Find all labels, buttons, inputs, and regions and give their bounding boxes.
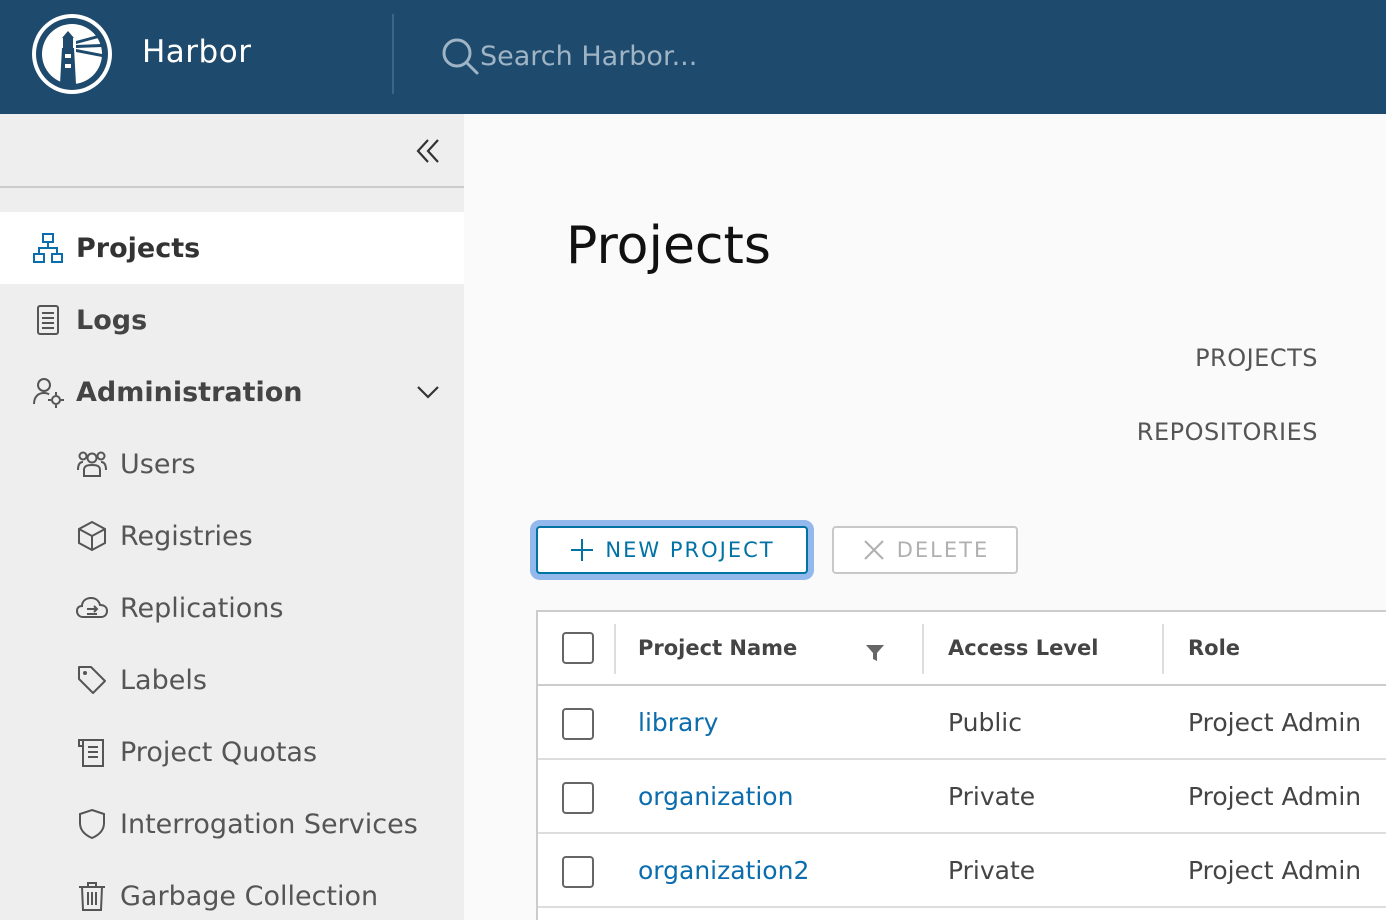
users-icon	[77, 451, 107, 477]
projects-stat-label: PROJECTS	[1195, 344, 1318, 372]
search-input[interactable]	[480, 34, 880, 78]
column-header-access-level[interactable]: Access Level	[948, 636, 1098, 660]
sidebar-item-logs[interactable]: Logs	[0, 284, 464, 356]
labels-icon	[78, 666, 106, 694]
role-cell: Project Admin	[1188, 782, 1362, 811]
sidebar-item-interrogation-services[interactable]: Interrogation Services	[0, 788, 464, 860]
sidebar-item-project-quotas[interactable]: Project Quotas	[0, 716, 464, 788]
row-checkbox[interactable]	[562, 856, 594, 888]
plus-icon	[571, 539, 594, 561]
new-project-button[interactable]: NEW PROJECT	[536, 526, 808, 574]
column-header-project-name[interactable]: Project Name	[638, 636, 797, 660]
column-separator[interactable]	[1162, 624, 1164, 674]
project-name-link[interactable]: organization2	[638, 856, 809, 885]
shield-icon	[79, 808, 105, 840]
project-name-link[interactable]: library	[638, 708, 718, 737]
sidebar-item-label: Projects	[76, 232, 201, 264]
sidebar-item-registries[interactable]: Registries	[0, 500, 464, 572]
brand-title[interactable]: Harbor	[142, 34, 251, 70]
replications-icon	[76, 596, 108, 618]
sidebar-item-label: Logs	[76, 304, 148, 336]
table-row: library Public Project Admin	[538, 686, 1386, 760]
sidebar-item-label: Administration	[76, 376, 303, 408]
sidebar-item-label: Garbage Collection	[120, 880, 379, 912]
select-all-checkbox[interactable]	[562, 632, 594, 664]
column-header-role[interactable]: Role	[1188, 636, 1240, 660]
delete-button[interactable]: DELETE	[832, 526, 1018, 574]
sidebar: Projects Logs Administration Users Regis…	[0, 114, 464, 920]
search-icon[interactable]	[440, 36, 480, 76]
registries-icon	[78, 520, 106, 552]
column-separator	[614, 624, 616, 674]
new-project-label: NEW PROJECT	[605, 538, 775, 562]
chevron-down-icon[interactable]	[414, 378, 442, 406]
sidebar-item-replications[interactable]: Replications	[0, 572, 464, 644]
close-icon	[864, 540, 884, 560]
access-level-cell: Private	[948, 856, 1036, 885]
sidebar-item-label: Users	[120, 448, 196, 480]
row-checkbox[interactable]	[562, 782, 594, 814]
table-header: Project Name Access Level Role	[538, 612, 1386, 686]
double-chevron-left-icon[interactable]	[412, 134, 446, 168]
projects-table: Project Name Access Level Role library P…	[536, 610, 1386, 920]
header-divider	[392, 14, 394, 94]
sidebar-item-projects[interactable]: Projects	[0, 212, 464, 284]
administration-icon	[33, 378, 64, 408]
logs-icon	[37, 305, 59, 335]
sidebar-item-label: Replications	[120, 592, 284, 624]
table-row: organization Private Project Admin	[538, 760, 1386, 834]
access-level-cell: Private	[948, 782, 1036, 811]
project-name-link[interactable]: organization	[638, 782, 793, 811]
sidebar-item-label: Labels	[120, 664, 207, 696]
app-header: Harbor	[0, 0, 1386, 114]
sidebar-item-users[interactable]: Users	[0, 428, 464, 500]
role-cell: Project Admin	[1188, 856, 1362, 885]
filter-icon[interactable]	[864, 642, 886, 664]
sidebar-item-garbage-collection[interactable]: Garbage Collection	[0, 860, 464, 920]
sidebar-item-label: Interrogation Services	[120, 808, 418, 840]
sidebar-item-label: Registries	[120, 520, 253, 552]
delete-label: DELETE	[896, 538, 990, 562]
sidebar-item-administration[interactable]: Administration	[0, 356, 464, 428]
table-row: organization2 Private Project Admin	[538, 834, 1386, 908]
project-quotas-icon	[78, 739, 104, 767]
sidebar-item-label: Project Quotas	[120, 736, 318, 768]
column-separator[interactable]	[922, 624, 924, 674]
projects-icon	[33, 233, 63, 263]
harbor-logo-icon[interactable]	[32, 14, 112, 94]
page-title: Projects	[566, 216, 772, 276]
role-cell: Project Admin	[1188, 708, 1362, 737]
row-checkbox[interactable]	[562, 708, 594, 740]
trash-icon	[79, 882, 105, 911]
sidebar-collapse-row	[0, 114, 464, 188]
sidebar-item-labels[interactable]: Labels	[0, 644, 464, 716]
access-level-cell: Public	[948, 708, 1022, 737]
repositories-stat-label: REPOSITORIES	[1136, 418, 1318, 446]
